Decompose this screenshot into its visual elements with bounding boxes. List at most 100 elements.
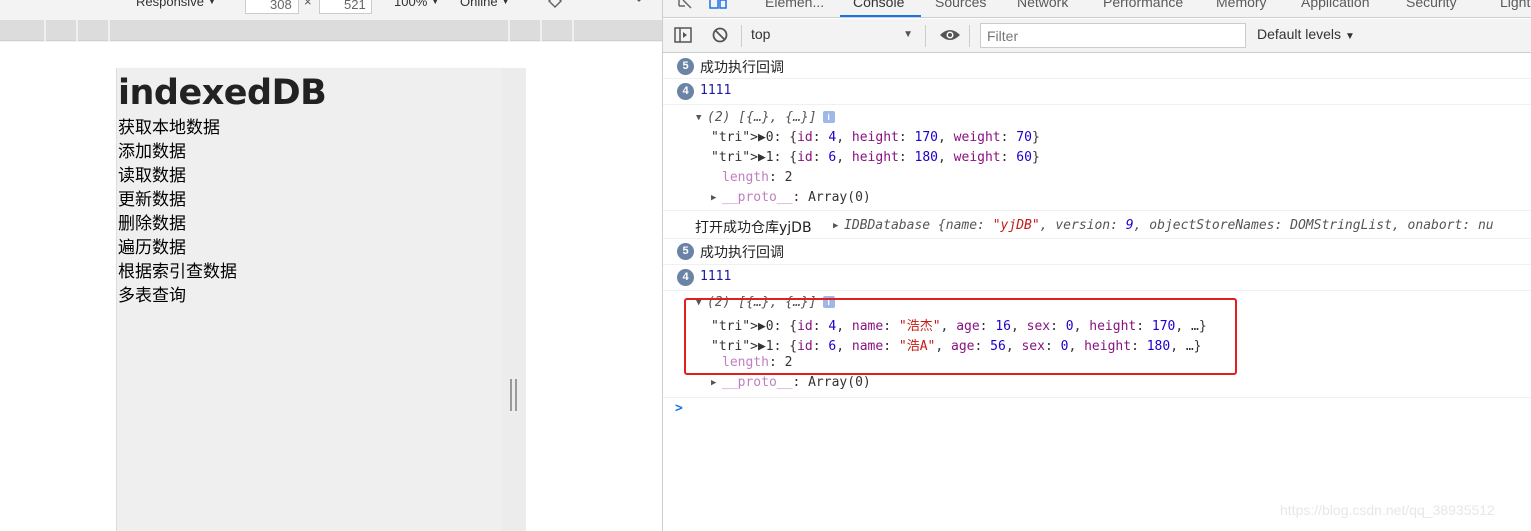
tab-console[interactable]: Console — [853, 0, 904, 10]
ruler-tick — [76, 20, 78, 41]
chevron-down-icon: ▼ — [1345, 31, 1355, 42]
toolbar-divider — [969, 25, 970, 47]
proto-key: __proto__ — [722, 375, 793, 390]
console-messages: 5 成功执行回调 4 1111 ▼ (2) [{…}, {…}] i "tri">▶… — [663, 54, 1531, 531]
chevron-down-icon: ▼ — [903, 29, 913, 40]
red-highlight-annotation — [684, 298, 1237, 375]
resize-handle[interactable] — [510, 379, 518, 411]
log-number: 1111 — [700, 269, 732, 284]
console-message: 5 成功执行回调 — [663, 239, 1531, 265]
tab-application[interactable]: Application — [1301, 0, 1370, 10]
throttle-label: Online — [460, 0, 498, 9]
page-link-list: 获取本地数据 添加数据 读取数据 更新数据 删除数据 遍历数据 根据索引查数据 … — [118, 117, 237, 309]
proto-key: __proto__ — [722, 190, 793, 205]
chevron-down-icon: ▼ — [501, 0, 510, 6]
console-array-message: ▼ (2) [{…}, {…}] i "tri">▶0: {id: 4, heigh… — [663, 105, 1531, 211]
array-proto[interactable]: ▶ __proto__: Array(0) — [711, 375, 871, 390]
collapsed-triangle-icon: ▶ — [833, 221, 839, 231]
array-length: length: 2 — [722, 170, 793, 185]
repeat-count-badge: 5 — [677, 243, 694, 260]
repeat-count-badge: 4 — [677, 269, 694, 286]
db-object[interactable]: ▶ IDBDatabase {name: "yjDB", version: 9, … — [833, 218, 1494, 233]
array-summary-text: (2) [{…}, {…}] — [707, 110, 817, 125]
chevron-down-icon: ▼ — [207, 0, 216, 6]
proto-value: Array(0) — [808, 190, 871, 205]
log-number: 1111 — [700, 83, 732, 98]
collapsed-triangle-icon: ▶ — [711, 378, 717, 388]
devtools-tab-bar: Elemen... Console Sources Network Perfor… — [663, 0, 1531, 18]
tab-elements[interactable]: Elemen... — [765, 0, 824, 10]
console-toolbar: top ▼ Default levels▼ — [663, 19, 1531, 53]
ruler-tick — [508, 20, 510, 41]
chevron-down-icon: ▼ — [431, 0, 440, 6]
context-label: top — [751, 26, 771, 42]
db-object-text: IDBDatabase {name: "yjDB", version: 9, o… — [844, 218, 1494, 233]
tab-security[interactable]: Security — [1406, 0, 1457, 10]
device-viewport: indexedDB 获取本地数据 添加数据 读取数据 更新数据 删除数据 遍历数… — [116, 68, 502, 531]
page-title: indexedDB — [118, 73, 327, 113]
tab-memory[interactable]: Memory — [1216, 0, 1267, 10]
array-proto[interactable]: ▶ __proto__: Array(0) — [711, 190, 871, 205]
tab-performance[interactable]: Performance — [1103, 0, 1183, 10]
array-entry-0[interactable]: "tri">▶0: {id: 4, height: 170, weight: 7… — [711, 130, 1040, 145]
ruler-tick — [540, 20, 542, 41]
link-update-data[interactable]: 更新数据 — [118, 189, 237, 213]
context-select[interactable]: top ▼ — [751, 26, 917, 46]
filter-input[interactable] — [980, 23, 1246, 48]
array-entry-1[interactable]: "tri">▶1: {id: 6, height: 180, weight: 6… — [711, 150, 1040, 165]
media-query-ruler[interactable] — [0, 20, 662, 41]
device-select-label: Responsive — [136, 0, 204, 9]
expanded-triangle-icon: ▼ — [696, 113, 702, 123]
clear-console-icon[interactable] — [711, 27, 729, 43]
log-text: 成功执行回调 — [700, 60, 784, 76]
link-iterate-data[interactable]: 遍历数据 — [118, 237, 237, 261]
console-message: 4 1111 — [663, 265, 1531, 291]
log-text: 成功执行回调 — [700, 245, 784, 261]
info-icon: i — [822, 111, 835, 123]
collapsed-triangle-icon: ▶ — [711, 193, 717, 203]
watermark: https://blog.csdn.net/qq_38935512 — [1280, 502, 1495, 518]
link-delete-data[interactable]: 删除数据 — [118, 213, 237, 237]
link-multi-table-query[interactable]: 多表查询 — [118, 285, 237, 309]
tab-network[interactable]: Network — [1017, 0, 1068, 10]
device-toolbar-icon[interactable] — [709, 0, 727, 10]
length-value: 2 — [784, 170, 793, 185]
tab-lighthouse[interactable]: Lighth — [1500, 0, 1531, 10]
ruler-tick — [572, 20, 574, 41]
more-options-icon[interactable] — [636, 0, 642, 10]
console-message: 打开成功仓库yjDB ▶ IDBDatabase {name: "yjDB", v… — [663, 211, 1531, 239]
console-message: 5 成功执行回调 — [663, 54, 1531, 79]
toolbar-divider — [925, 25, 926, 47]
link-read-data[interactable]: 读取数据 — [118, 165, 237, 189]
ruler-tick — [44, 20, 46, 41]
width-input[interactable]: 308 — [245, 0, 299, 14]
zoom-select[interactable]: 100% ▼ — [394, 0, 439, 9]
device-emulation-pane: Responsive ▼ 308 × 521 100% ▼ Online ▼ inde… — [0, 0, 662, 531]
repeat-count-badge: 4 — [677, 83, 694, 100]
console-prompt-icon[interactable]: > — [675, 401, 683, 416]
times-symbol: × — [304, 0, 312, 9]
devtools-panel: Elemen... Console Sources Network Perfor… — [662, 0, 1531, 531]
ruler-tick — [108, 20, 110, 41]
length-key: length — [722, 170, 769, 185]
log-levels-select[interactable]: Default levels ▼ — [1257, 26, 1355, 42]
link-add-data[interactable]: 添加数据 — [118, 141, 237, 165]
device-resize-gutter — [502, 68, 526, 531]
device-toolbar: Responsive ▼ 308 × 521 100% ▼ Online ▼ — [0, 0, 662, 17]
toolbar-divider — [741, 25, 742, 47]
link-get-local-data[interactable]: 获取本地数据 — [118, 117, 237, 141]
sidebar-toggle-icon[interactable] — [674, 27, 692, 43]
throttle-select[interactable]: Online ▼ — [460, 0, 510, 9]
live-expression-eye-icon[interactable] — [939, 28, 961, 42]
link-query-by-index[interactable]: 根据索引查数据 — [118, 261, 237, 285]
height-input[interactable]: 521 — [319, 0, 372, 14]
tab-sources[interactable]: Sources — [935, 0, 986, 10]
log-text: 打开成功仓库yjDB — [695, 220, 812, 236]
proto-value: Array(0) — [808, 375, 871, 390]
inspect-element-icon[interactable] — [677, 0, 695, 10]
array-summary[interactable]: ▼ (2) [{…}, {…}] i — [696, 110, 835, 125]
device-select[interactable]: Responsive ▼ — [136, 0, 216, 9]
repeat-count-badge: 5 — [677, 58, 694, 75]
rotate-icon[interactable] — [546, 0, 564, 10]
log-levels-label: Default levels — [1257, 26, 1342, 42]
